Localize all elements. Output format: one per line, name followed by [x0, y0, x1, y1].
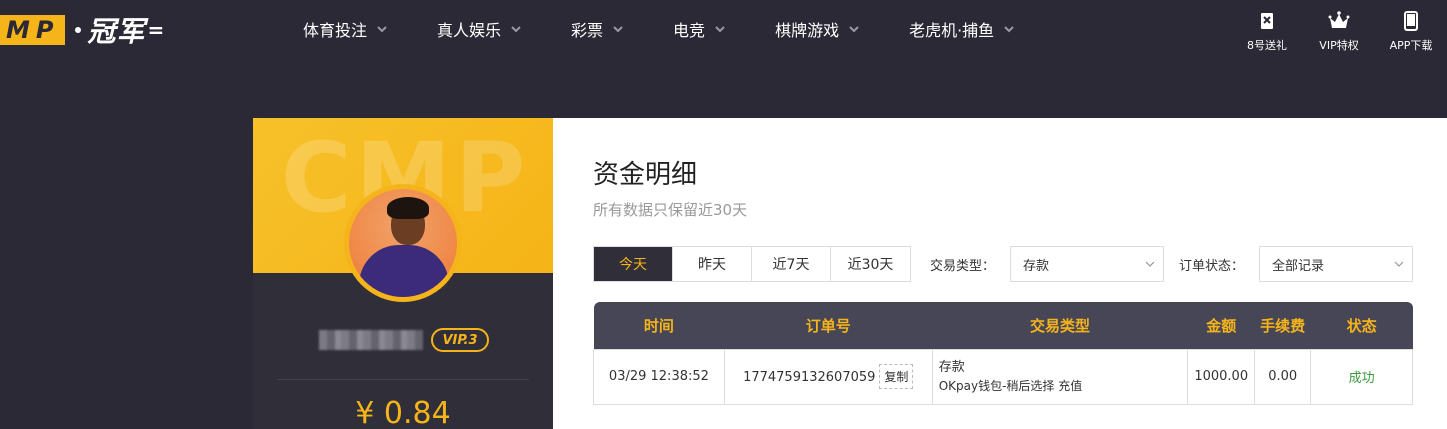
logo-dot	[75, 27, 82, 33]
order-status-select[interactable]: 全部记录	[1259, 246, 1413, 282]
fund-details-panel: 资金明细 所有数据只保留近30天 今天 昨天 近7天 近30天 交易类型： 存款…	[553, 118, 1447, 429]
tab-today[interactable]: 今天	[594, 247, 673, 281]
divider	[277, 379, 529, 380]
vip-privileges-label: VIP特权	[1319, 38, 1359, 52]
username-blurred	[319, 330, 423, 350]
logo-letter: P	[35, 16, 58, 44]
app-download-button[interactable]: APP下载	[1375, 0, 1447, 58]
transactions-table: 时间 订单号 交易类型 金额 手续费 状态 03/29 12:38:52 177…	[593, 302, 1413, 405]
nav-item-label: 真人娱乐	[437, 21, 502, 40]
chevron-down-icon	[1145, 261, 1155, 267]
nav-item-slots-fishing[interactable]: 老虎机·捕鱼	[909, 17, 1014, 41]
logo-letter: M	[6, 16, 34, 44]
logo-badge: M P	[0, 15, 66, 45]
table-row: 03/29 12:38:52 1774759132607059 复制 存款 OKp…	[593, 348, 1413, 405]
tab-last-7-days[interactable]: 近7天	[752, 247, 831, 281]
order-status-label: 订单状态：	[1179, 259, 1245, 274]
type-main: 存款	[938, 359, 965, 375]
chevron-down-icon	[849, 26, 859, 33]
main-nav: 体育投注 真人娱乐 彩票 电竞 棋牌游戏 老虎机·捕鱼	[303, 0, 1064, 58]
cell-time: 03/29 12:38:52	[593, 348, 725, 405]
chevron-down-icon	[613, 26, 623, 33]
avatar-hair	[387, 197, 429, 219]
column-header-order-no: 订单号	[724, 302, 933, 349]
cell-status: 成功	[1310, 348, 1413, 405]
nav-item-lottery[interactable]: 彩票	[571, 17, 623, 41]
page-title: 资金明细	[593, 160, 698, 190]
cell-type: 存款 OKpay钱包-稍后选择 充值	[931, 348, 1189, 405]
crown-icon	[1328, 10, 1350, 28]
top-navbar: M P 冠军 = 体育投注 真人娱乐 彩票 电竞 棋牌游戏 老虎机·捕鱼 8号送…	[0, 0, 1447, 58]
chevron-down-icon	[377, 26, 387, 33]
order-status-value: 全部记录	[1272, 258, 1325, 274]
cell-fee: 0.00	[1254, 348, 1312, 405]
chevron-down-icon	[1004, 26, 1014, 33]
cell-order-no: 1774759132607059 复制	[723, 348, 933, 405]
column-header-fee: 手续费	[1254, 302, 1311, 349]
transaction-type-select[interactable]: 存款	[1010, 246, 1164, 282]
avatar[interactable]	[349, 189, 457, 297]
nav-item-card-games[interactable]: 棋牌游戏	[775, 17, 859, 41]
logo-tail-mark: =	[147, 18, 165, 42]
gift-button-label: 8号送礼	[1247, 38, 1287, 52]
gift-button[interactable]: 8号送礼	[1231, 0, 1303, 58]
vip-badge: VIP.3	[431, 328, 489, 352]
chevron-down-icon	[1394, 261, 1404, 267]
nav-item-label: 老虎机·捕鱼	[909, 21, 995, 40]
vip-privileges-button[interactable]: VIP特权	[1303, 0, 1375, 58]
logo[interactable]: M P 冠军 =	[0, 14, 165, 48]
avatar-body	[359, 245, 449, 297]
table-header-row: 时间 订单号 交易类型 金额 手续费 状态	[593, 302, 1413, 349]
phone-icon	[1404, 10, 1418, 31]
type-sub: OKpay钱包-稍后选择 充值	[938, 378, 1083, 393]
tab-yesterday[interactable]: 昨天	[673, 247, 752, 281]
column-header-type: 交易类型	[932, 302, 1188, 349]
nav-item-sports[interactable]: 体育投注	[303, 17, 387, 41]
column-header-amount: 金额	[1187, 302, 1255, 349]
nav-item-live-casino[interactable]: 真人娱乐	[437, 17, 521, 41]
chevron-down-icon	[511, 26, 521, 33]
cell-amount: 1000.00	[1187, 348, 1256, 405]
avatar-frame	[344, 184, 462, 302]
logo-text: 冠军	[87, 15, 146, 48]
tab-last-30-days[interactable]: 近30天	[831, 247, 910, 281]
column-header-status: 状态	[1310, 302, 1413, 349]
nav-item-esports[interactable]: 电竞	[673, 17, 725, 41]
app-download-label: APP下载	[1389, 38, 1433, 52]
profile-card: CMP VIP.3 ¥ 0.84	[253, 118, 553, 429]
transaction-type-value: 存款	[1023, 258, 1050, 274]
page-subtitle: 所有数据只保留近30天	[593, 201, 748, 219]
ticket-icon	[1261, 12, 1273, 29]
order-number: 1774759132607059	[743, 370, 876, 385]
date-range-tabs: 今天 昨天 近7天 近30天	[593, 246, 911, 282]
chevron-down-icon	[715, 26, 725, 33]
nav-item-label: 电竞	[673, 21, 706, 40]
balance-amount: ¥ 0.84	[355, 396, 451, 429]
transaction-type-label: 交易类型：	[930, 259, 996, 274]
nav-item-label: 彩票	[571, 21, 604, 40]
copy-button[interactable]: 复制	[879, 364, 914, 389]
column-header-time: 时间	[593, 302, 725, 349]
header-actions: 8号送礼 VIP特权 APP下载	[1231, 0, 1447, 58]
nav-item-label: 棋牌游戏	[775, 21, 840, 40]
nav-item-label: 体育投注	[303, 21, 368, 40]
